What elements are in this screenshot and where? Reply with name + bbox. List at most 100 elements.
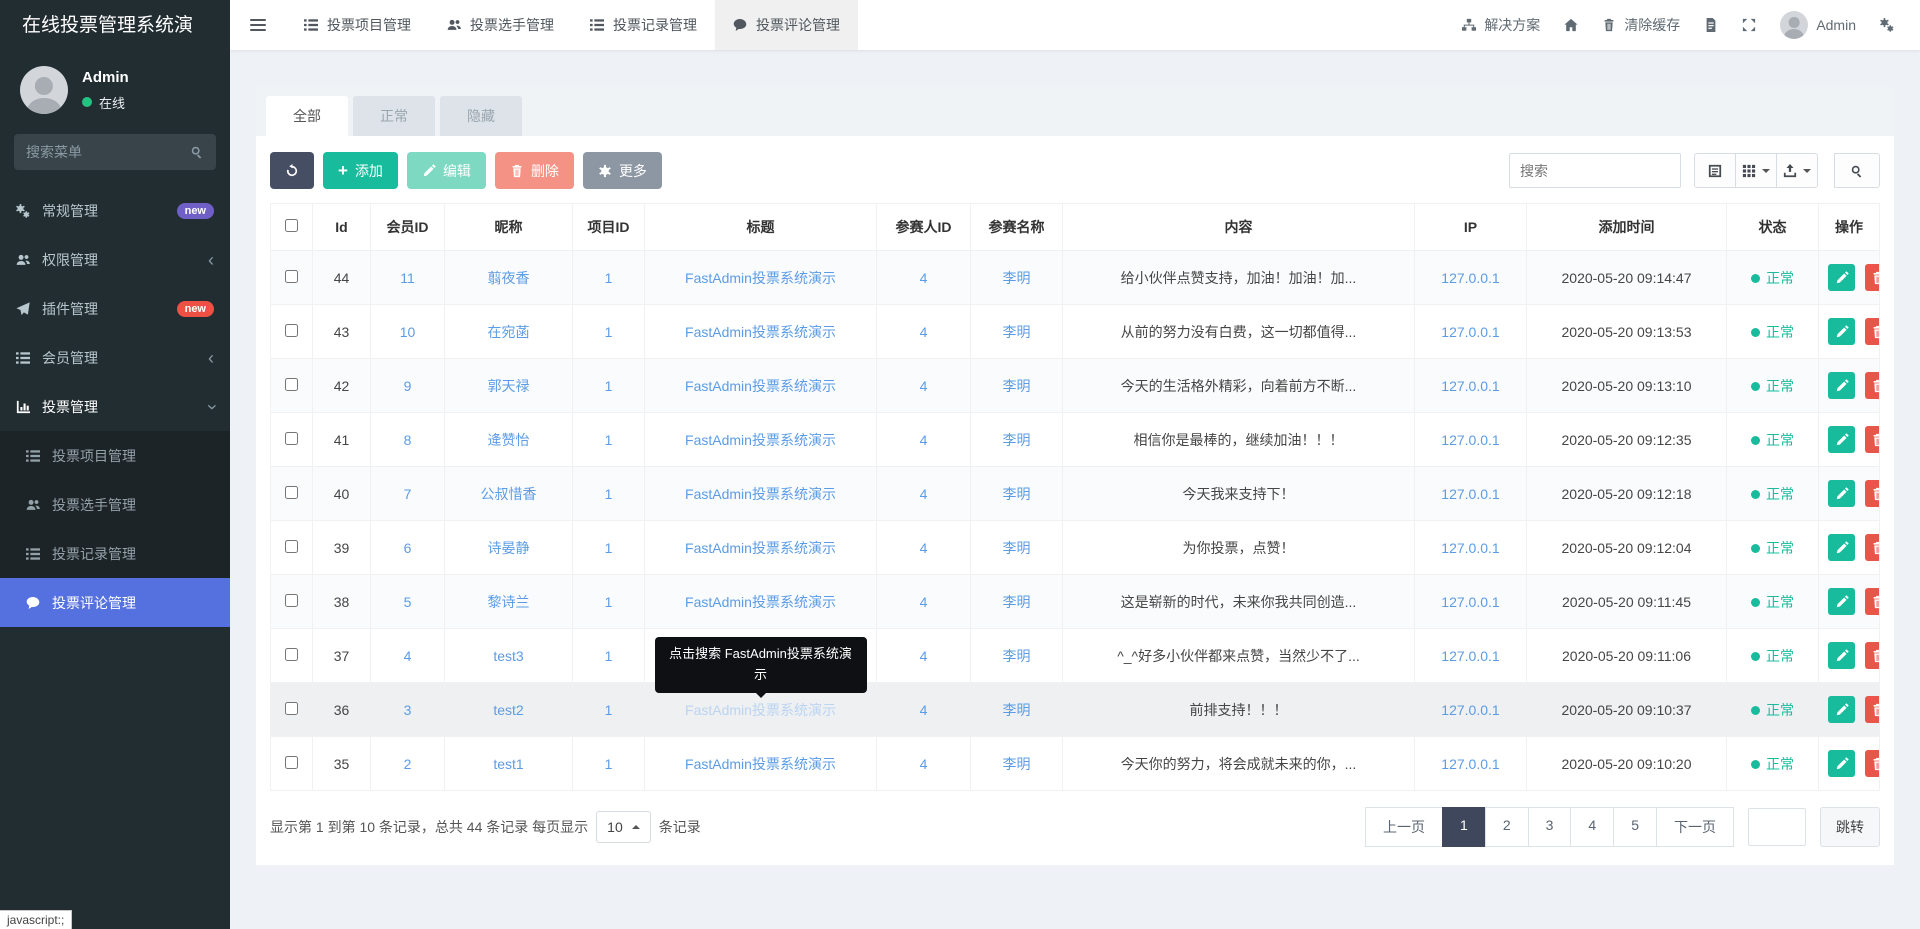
player-id-link[interactable]: 4: [920, 594, 928, 610]
row-checkbox[interactable]: [285, 270, 298, 283]
page-button-5[interactable]: 5: [1613, 807, 1657, 847]
title-link[interactable]: FastAdmin投票系统演示: [685, 324, 836, 340]
row-checkbox[interactable]: [285, 648, 298, 661]
project-id-link[interactable]: 1: [605, 270, 613, 286]
tab-vote-projects[interactable]: 投票项目管理: [286, 0, 429, 50]
row-delete-button[interactable]: [1865, 480, 1880, 507]
member-id-link[interactable]: 11: [400, 270, 415, 286]
row-delete-button[interactable]: [1865, 534, 1880, 561]
solutions-link[interactable]: 解决方案: [1462, 15, 1540, 35]
jump-button[interactable]: 跳转: [1820, 807, 1880, 847]
row-delete-button[interactable]: [1865, 318, 1880, 345]
col-title[interactable]: 标题: [645, 204, 877, 251]
nickname-link[interactable]: 诗晏静: [488, 540, 530, 556]
hamburger-icon[interactable]: [230, 0, 286, 50]
title-link[interactable]: FastAdmin投票系统演示: [685, 432, 836, 448]
filter-tab-hidden[interactable]: 隐藏: [440, 96, 522, 136]
project-id-link[interactable]: 1: [605, 756, 613, 772]
member-id-link[interactable]: 2: [404, 756, 412, 772]
search-toggle-button[interactable]: [1834, 153, 1880, 188]
nickname-link[interactable]: 翦夜香: [488, 270, 530, 286]
row-edit-button[interactable]: [1828, 696, 1855, 723]
member-id-link[interactable]: 6: [404, 540, 412, 556]
row-checkbox[interactable]: [285, 702, 298, 715]
jump-page-input[interactable]: [1748, 808, 1806, 846]
more-button[interactable]: 更多: [583, 152, 662, 189]
fullscreen-button[interactable]: [1742, 18, 1756, 32]
add-button[interactable]: + 添加: [323, 152, 398, 189]
ip-link[interactable]: 127.0.0.1: [1441, 594, 1499, 610]
col-project-id[interactable]: 项目ID: [573, 204, 645, 251]
row-checkbox[interactable]: [285, 486, 298, 499]
col-id[interactable]: Id: [313, 204, 371, 251]
page-button-1[interactable]: 1: [1442, 807, 1486, 847]
ip-link[interactable]: 127.0.0.1: [1441, 324, 1499, 340]
player-name-link[interactable]: 李明: [1003, 432, 1031, 448]
player-id-link[interactable]: 4: [920, 540, 928, 556]
row-edit-button[interactable]: [1828, 372, 1855, 399]
row-edit-button[interactable]: [1828, 264, 1855, 291]
filter-tab-normal[interactable]: 正常: [353, 96, 435, 136]
row-edit-button[interactable]: [1828, 588, 1855, 615]
detail-view-button[interactable]: [1694, 153, 1736, 188]
col-created[interactable]: 添加时间: [1527, 204, 1727, 251]
ip-link[interactable]: 127.0.0.1: [1441, 540, 1499, 556]
clear-cache-button[interactable]: 清除缓存: [1602, 15, 1680, 35]
project-id-link[interactable]: 1: [605, 648, 613, 664]
ip-link[interactable]: 127.0.0.1: [1441, 756, 1499, 772]
row-checkbox[interactable]: [285, 594, 298, 607]
select-all-checkbox[interactable]: [285, 219, 298, 232]
row-checkbox[interactable]: [285, 756, 298, 769]
columns-dropdown-button[interactable]: [1735, 153, 1777, 188]
row-checkbox[interactable]: [285, 324, 298, 337]
sidebar-item-general[interactable]: 常规管理 new: [0, 186, 230, 235]
ip-link[interactable]: 127.0.0.1: [1441, 378, 1499, 394]
title-link[interactable]: FastAdmin投票系统演示: [685, 486, 836, 502]
title-link[interactable]: FastAdmin投票系统演示: [685, 540, 836, 556]
nickname-link[interactable]: test3: [493, 648, 523, 664]
col-player-id[interactable]: 参赛人ID: [877, 204, 971, 251]
refresh-button[interactable]: [270, 152, 314, 189]
filter-tab-all[interactable]: 全部: [266, 96, 348, 136]
project-id-link[interactable]: 1: [605, 702, 613, 718]
row-delete-button[interactable]: [1865, 642, 1880, 669]
nickname-link[interactable]: 在宛菡: [488, 324, 530, 340]
member-id-link[interactable]: 3: [404, 702, 412, 718]
player-id-link[interactable]: 4: [920, 324, 928, 340]
project-id-link[interactable]: 1: [605, 378, 613, 394]
nickname-link[interactable]: 郭天禄: [488, 378, 530, 394]
member-id-link[interactable]: 8: [404, 432, 412, 448]
col-nickname[interactable]: 昵称: [445, 204, 573, 251]
row-delete-button[interactable]: [1865, 750, 1880, 777]
row-checkbox[interactable]: [285, 540, 298, 553]
row-edit-button[interactable]: [1828, 642, 1855, 669]
ip-link[interactable]: 127.0.0.1: [1441, 486, 1499, 502]
sidebar-item-voting[interactable]: 投票管理 ‹: [0, 382, 230, 431]
row-edit-button[interactable]: [1828, 750, 1855, 777]
tab-vote-comments[interactable]: 投票评论管理: [715, 0, 858, 50]
col-status[interactable]: 状态: [1727, 204, 1819, 251]
title-link[interactable]: FastAdmin投票系统演示: [685, 756, 836, 772]
col-ip[interactable]: IP: [1415, 204, 1527, 251]
player-name-link[interactable]: 李明: [1003, 378, 1031, 394]
settings-button[interactable]: [1880, 18, 1894, 32]
nickname-link[interactable]: 逄赞怡: [488, 432, 530, 448]
ip-link[interactable]: 127.0.0.1: [1441, 270, 1499, 286]
delete-button[interactable]: 删除: [495, 152, 574, 189]
member-id-link[interactable]: 4: [404, 648, 412, 664]
sidebar-item-permissions[interactable]: 权限管理 ‹: [0, 235, 230, 284]
col-player-name[interactable]: 参赛名称: [971, 204, 1063, 251]
row-delete-button[interactable]: [1865, 696, 1880, 723]
member-id-link[interactable]: 5: [404, 594, 412, 610]
project-id-link[interactable]: 1: [605, 324, 613, 340]
row-delete-button[interactable]: [1865, 426, 1880, 453]
player-id-link[interactable]: 4: [920, 648, 928, 664]
title-link[interactable]: FastAdmin投票系统演示: [685, 594, 836, 610]
col-content[interactable]: 内容: [1063, 204, 1415, 251]
row-edit-button[interactable]: [1828, 318, 1855, 345]
nickname-link[interactable]: test2: [493, 702, 523, 718]
edit-button[interactable]: 编辑: [407, 152, 486, 189]
tab-vote-players[interactable]: 投票选手管理: [429, 0, 572, 50]
player-name-link[interactable]: 李明: [1003, 648, 1031, 664]
player-id-link[interactable]: 4: [920, 270, 928, 286]
